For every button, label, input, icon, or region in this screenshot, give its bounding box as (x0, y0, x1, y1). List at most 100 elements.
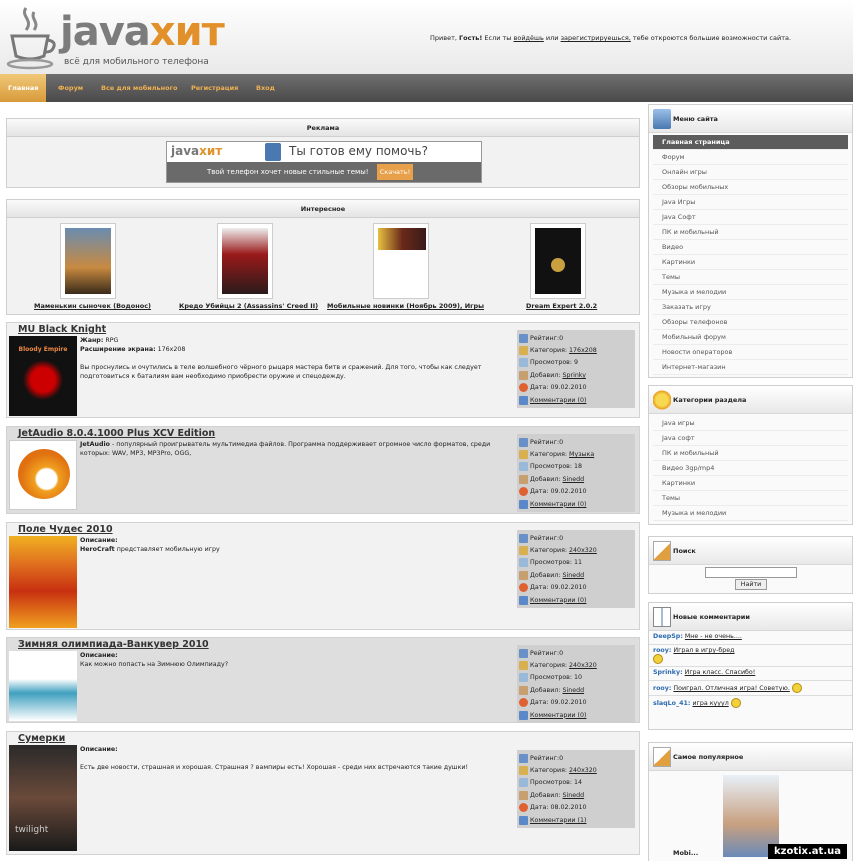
logo-java: java (60, 9, 151, 55)
entry-thumbnail[interactable]: twilight (9, 745, 77, 851)
ad-banner[interactable]: javaхит Ты готов ему помочь? Твой телефо… (166, 141, 482, 183)
search-button[interactable]: Найти (735, 579, 767, 590)
menu-item-themes[interactable]: Темы (653, 270, 848, 285)
banner-title: Ты готов ему помочь? (289, 144, 428, 158)
ad-heading: Реклама (7, 119, 639, 137)
entry-category-link[interactable]: 240x320 (569, 547, 597, 554)
entry-thumbnail[interactable] (9, 536, 77, 628)
entry-category-link[interactable]: 240x320 (569, 662, 597, 669)
new-comments-title: Новые комментарии (673, 613, 750, 621)
interesting-thumb-3[interactable] (373, 223, 429, 299)
menu-item-mobile-reviews[interactable]: Обзоры мобильных (653, 180, 848, 195)
nav-register[interactable]: Регистрация (183, 74, 246, 102)
menu-item-java-soft[interactable]: Java Софт (653, 210, 848, 225)
category-java-soft[interactable]: Java софт (653, 431, 848, 446)
menu-item-online-games[interactable]: Онлайн игры (653, 165, 848, 180)
nav-forum[interactable]: Форум (50, 74, 91, 102)
entry-category-link[interactable]: 176x208 (569, 347, 597, 354)
entry-title[interactable]: Сумерки (18, 733, 65, 744)
entry-author-link[interactable]: Sinedd (562, 792, 584, 799)
category-java-games[interactable]: Java игры (653, 416, 848, 431)
banner-download-button[interactable]: Скачать! (377, 164, 413, 180)
user-icon (519, 370, 528, 380)
nav-home[interactable]: Главная (0, 74, 46, 102)
folder-icon (519, 346, 528, 356)
entry-category-link[interactable]: Музыка (569, 451, 594, 458)
entry-description: Описание: Как можно попасть на Зимнюю Ол… (80, 652, 229, 668)
login-link[interactable]: войдёшь (514, 34, 544, 42)
comments-icon (519, 395, 528, 405)
category-music[interactable]: Музыка и мелодии (653, 506, 848, 521)
menu-item-video[interactable]: Видео (653, 240, 848, 255)
menu-item-pc-mobile[interactable]: ПК и мобильный (653, 225, 848, 240)
category-video[interactable]: Видео 3gp/mp4 (653, 461, 848, 476)
interesting-caption-3[interactable]: Мобильные новинки (Ноябрь 2009), Игры (327, 302, 484, 310)
interesting-caption-4[interactable]: Dream Expert 2.0.2 (526, 302, 597, 310)
entry-title[interactable]: Зимняя олимпиада-Ванкувер 2010 (18, 639, 209, 650)
category-pictures[interactable]: Картинки (653, 476, 848, 491)
nav-login[interactable]: Вход (248, 74, 283, 102)
entry-author-link[interactable]: Sprinky (562, 372, 585, 379)
smiley-icon (791, 683, 802, 693)
interesting-thumb-2[interactable] (217, 223, 273, 299)
entry-2: JetAudio 8.0.4.1000 Plus XCV Edition Jet… (6, 426, 640, 514)
comment-item: DeepSp: Мне - не очень.... (649, 631, 852, 645)
entry-3: Поле Чудес 2010 Описание: HeroCraft пред… (6, 522, 640, 630)
entry-meta: Рейтинг: 0 Категория: 240x320 Просмотров:… (517, 645, 635, 724)
entry-thumbnail[interactable] (9, 440, 77, 510)
entry-comments-link[interactable]: Комментарии (0) (530, 712, 586, 719)
entry-title[interactable]: Поле Чудес 2010 (18, 524, 113, 535)
menu-item-forum[interactable]: Форум (653, 150, 848, 165)
site-logo-text[interactable]: javaхит (60, 8, 225, 56)
menu-item-shop[interactable]: Интернет-магазин (653, 360, 848, 375)
entry-4: Зимняя олимпиада-Ванкувер 2010 Описание:… (6, 637, 640, 724)
menu-item-pictures[interactable]: Картинки (653, 255, 848, 270)
entry-author-link[interactable]: Sinedd (562, 572, 584, 579)
clock-icon (519, 383, 528, 393)
rating-icon (519, 333, 528, 343)
menu-item-phone-reviews[interactable]: Обзоры телефонов (653, 315, 848, 330)
entry-comments-link[interactable]: Комментарии (1) (530, 817, 586, 824)
banner-logo: javaхит (171, 144, 223, 158)
entry-thumbnail[interactable] (9, 651, 77, 721)
search-input[interactable] (705, 567, 797, 578)
search-title: Поиск (673, 547, 696, 555)
interesting-caption-2[interactable]: Кредо Убийцы 2 (Assassins' Creed II) (179, 302, 318, 310)
views-icon (519, 358, 528, 368)
banner-text: Твой телефон хочет новые стильные темы! (207, 168, 369, 176)
search-panel: Поиск Найти (648, 536, 853, 594)
popular-caption[interactable]: Mobi... (673, 849, 698, 857)
interesting-thumb-4[interactable] (530, 223, 586, 299)
nav-mobile[interactable]: Все для мобильного (93, 74, 186, 102)
menu-item-music[interactable]: Музыка и мелодии (653, 285, 848, 300)
entry-author-link[interactable]: Sinedd (562, 687, 584, 694)
entry-comments-link[interactable]: Комментарии (0) (530, 501, 586, 508)
entry-author-link[interactable]: Sinedd (562, 476, 584, 483)
entry-comments-link[interactable]: Комментарии (0) (530, 597, 586, 604)
entry-category-link[interactable]: 240x320 (569, 767, 597, 774)
entry-title[interactable]: JetAudio 8.0.4.1000 Plus XCV Edition (18, 428, 215, 439)
interesting-caption-1[interactable]: Маменькин сыночек (Водонос) (34, 302, 151, 310)
interesting-thumb-1[interactable] (60, 223, 116, 299)
menu-item-home[interactable]: Главная страница (653, 135, 848, 150)
category-pc-mobile[interactable]: ПК и мобильный (653, 446, 848, 461)
entry-description: Описание: Есть две новости, страшная и х… (80, 746, 468, 771)
java-cup-logo-icon[interactable] (4, 4, 60, 70)
menu-icon (653, 109, 671, 129)
menu-item-order-game[interactable]: Заказать игру (653, 300, 848, 315)
menu-item-operator-news[interactable]: Новости операторов (653, 345, 848, 360)
entry-meta: Рейтинг: 0 Категория: 240x320 Просмотров:… (517, 750, 635, 829)
comment-item: slaqLo_41: игра кууул (649, 696, 852, 710)
pencil-icon (653, 541, 671, 561)
register-link[interactable]: зарегистрируешься, (561, 34, 631, 42)
menu-item-java-games[interactable]: Java Игры (653, 195, 848, 210)
menu-item-mobile-forum[interactable]: Мобильный форум (653, 330, 848, 345)
entry-title[interactable]: MU Black Knight (18, 324, 106, 335)
entry-comments-link[interactable]: Комментарии (0) (530, 397, 586, 404)
entry-thumbnail[interactable]: Bloody Empire (9, 336, 77, 416)
guest-label: Гость! (459, 34, 483, 42)
popular-title: Самое популярное (673, 753, 744, 761)
categories-title: Категории раздела (673, 396, 747, 404)
site-menu-list: Главная страница Форум Онлайн игры Обзор… (649, 133, 852, 375)
category-themes[interactable]: Темы (653, 491, 848, 506)
